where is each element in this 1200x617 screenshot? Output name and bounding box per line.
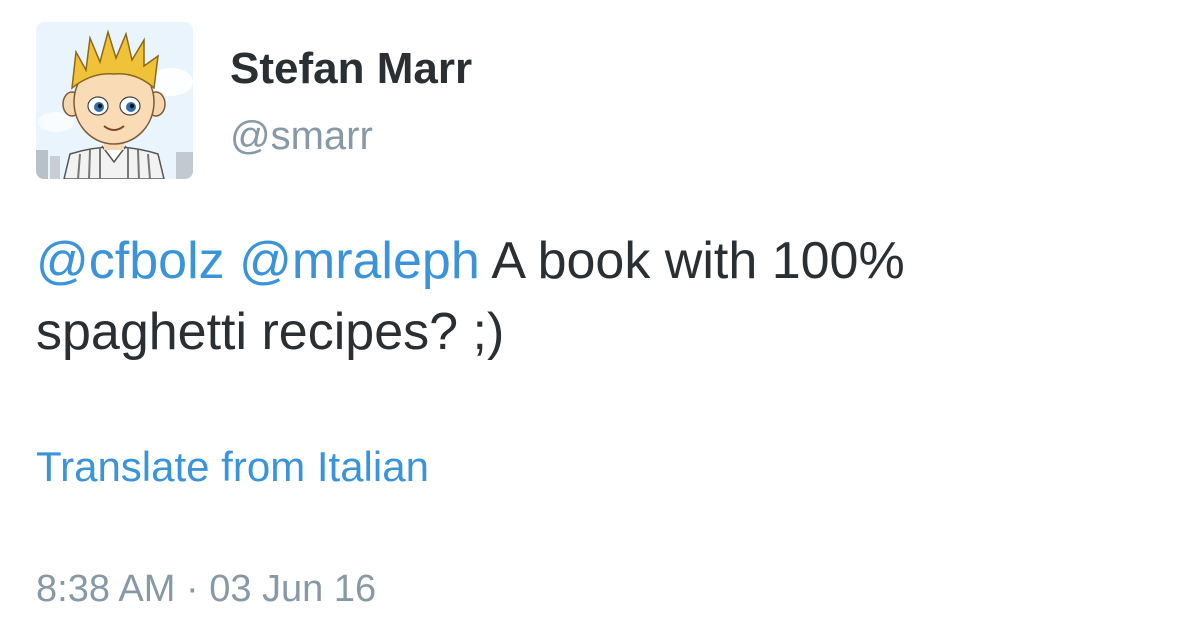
tweet-text-line1: A book with 100%	[491, 232, 905, 290]
translate-link[interactable]: Translate from Italian	[36, 443, 429, 491]
avatar[interactable]	[36, 22, 193, 179]
timestamp: 8:38 AM · 03 Jun 16	[36, 568, 377, 610]
tweet-text: @cfbolz @mraleph A book with 100% spaghet…	[36, 226, 1156, 368]
mention-link-cfbolz[interactable]: @cfbolz	[36, 232, 225, 290]
mention-link-mraleph[interactable]: @mraleph	[239, 232, 480, 290]
author-name[interactable]: Stefan Marr	[230, 44, 472, 94]
tweet-card: Stefan Marr @smarr @cfbolz @mraleph A bo…	[0, 0, 1200, 617]
tweet-text-line2: spaghetti recipes? ;)	[36, 303, 505, 361]
author-handle[interactable]: @smarr	[230, 114, 373, 159]
cartoon-avatar-icon	[36, 22, 193, 179]
